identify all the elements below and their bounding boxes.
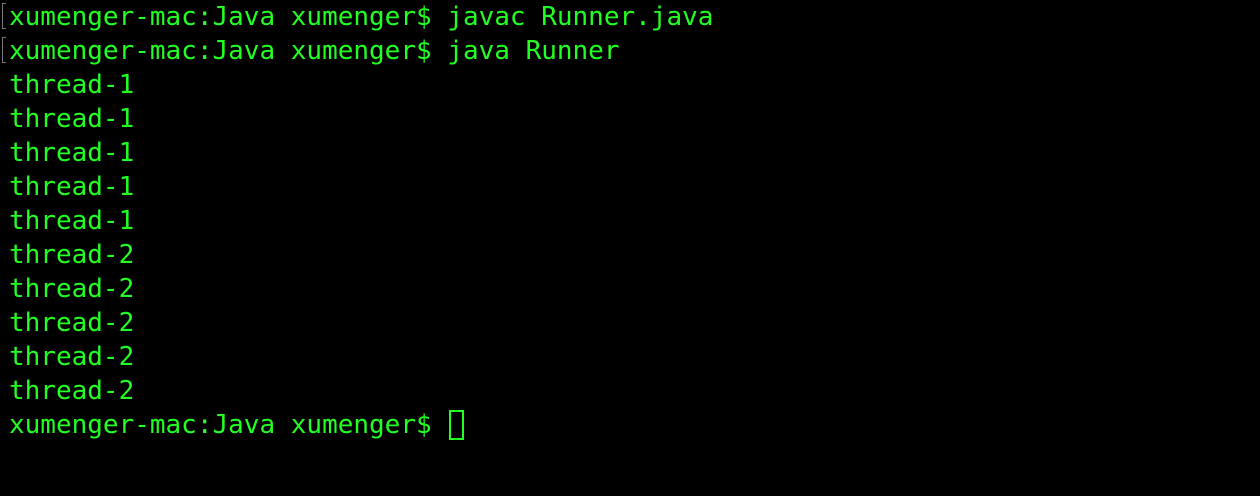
output-line: thread-2 bbox=[9, 376, 135, 406]
command-line: xumenger-mac:Java xumenger$ java Runner bbox=[2, 34, 713, 68]
prompt: xumenger-mac:Java xumenger$ bbox=[9, 410, 448, 440]
cursor-block bbox=[449, 410, 465, 440]
output-line: thread-2 bbox=[9, 308, 135, 338]
command-text: java Runner bbox=[447, 36, 620, 66]
output-line: thread-1 bbox=[9, 104, 135, 134]
command-line[interactable]: xumenger-mac:Java xumenger$ bbox=[9, 408, 713, 442]
terminal-output: xumenger-mac:Java xumenger$ javac Runner… bbox=[2, 0, 714, 442]
line-mark bbox=[2, 3, 6, 29]
output-line: thread-1 bbox=[9, 138, 135, 168]
line-mark bbox=[2, 37, 6, 63]
command-text: javac Runner.java bbox=[447, 2, 714, 32]
command-line: xumenger-mac:Java xumenger$ javac Runner… bbox=[2, 0, 714, 34]
terminal-window[interactable]: xumenger-mac:Java xumenger$ javac Runner… bbox=[0, 0, 1260, 496]
output-line: thread-2 bbox=[9, 274, 135, 304]
output-line: thread-2 bbox=[9, 342, 135, 372]
output-line: thread-1 bbox=[9, 206, 135, 236]
prompt: xumenger-mac:Java xumenger$ bbox=[9, 2, 448, 32]
prompt: xumenger-mac:Java xumenger$ bbox=[9, 36, 448, 66]
output-line: thread-2 bbox=[9, 240, 135, 270]
output-line: thread-1 bbox=[9, 172, 135, 202]
output-line: thread-1 bbox=[9, 70, 135, 100]
